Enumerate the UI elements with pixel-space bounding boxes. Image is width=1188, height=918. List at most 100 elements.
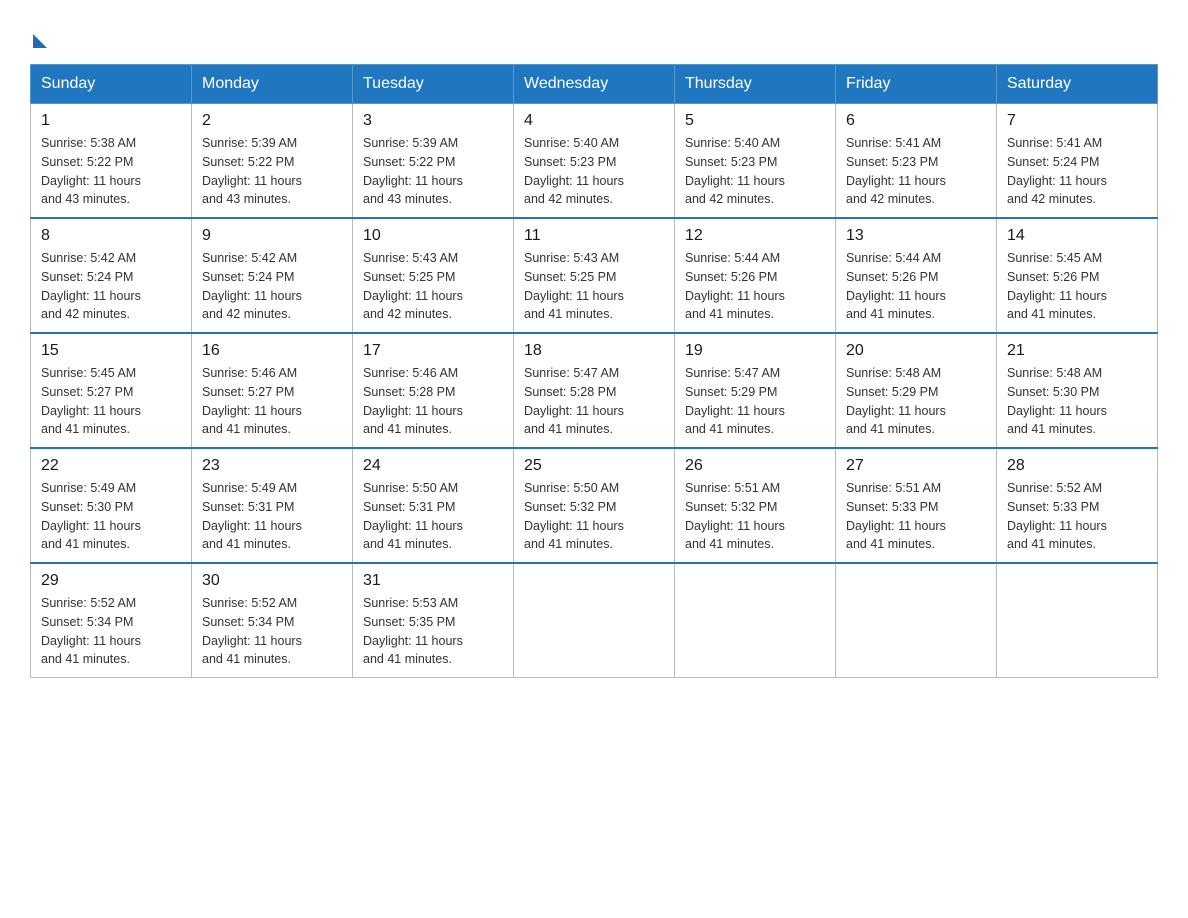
day-info: Sunrise: 5:38 AMSunset: 5:22 PMDaylight:… — [41, 136, 141, 206]
day-info: Sunrise: 5:52 AMSunset: 5:34 PMDaylight:… — [41, 596, 141, 666]
day-number: 24 — [363, 457, 503, 475]
day-info: Sunrise: 5:50 AMSunset: 5:31 PMDaylight:… — [363, 481, 463, 551]
weekday-header-thursday: Thursday — [675, 65, 836, 104]
day-number: 20 — [846, 342, 986, 360]
calendar-week-row: 8 Sunrise: 5:42 AMSunset: 5:24 PMDayligh… — [31, 218, 1158, 333]
calendar-cell — [997, 563, 1158, 678]
weekday-header-sunday: Sunday — [31, 65, 192, 104]
day-info: Sunrise: 5:49 AMSunset: 5:30 PMDaylight:… — [41, 481, 141, 551]
day-info: Sunrise: 5:39 AMSunset: 5:22 PMDaylight:… — [363, 136, 463, 206]
day-number: 27 — [846, 457, 986, 475]
calendar-cell: 7 Sunrise: 5:41 AMSunset: 5:24 PMDayligh… — [997, 104, 1158, 219]
day-info: Sunrise: 5:52 AMSunset: 5:33 PMDaylight:… — [1007, 481, 1107, 551]
calendar-cell: 4 Sunrise: 5:40 AMSunset: 5:23 PMDayligh… — [514, 104, 675, 219]
day-info: Sunrise: 5:41 AMSunset: 5:23 PMDaylight:… — [846, 136, 946, 206]
calendar-cell: 31 Sunrise: 5:53 AMSunset: 5:35 PMDaylig… — [353, 563, 514, 678]
day-info: Sunrise: 5:47 AMSunset: 5:29 PMDaylight:… — [685, 366, 785, 436]
calendar-cell: 12 Sunrise: 5:44 AMSunset: 5:26 PMDaylig… — [675, 218, 836, 333]
day-info: Sunrise: 5:51 AMSunset: 5:33 PMDaylight:… — [846, 481, 946, 551]
logo — [30, 30, 47, 44]
calendar-cell: 15 Sunrise: 5:45 AMSunset: 5:27 PMDaylig… — [31, 333, 192, 448]
calendar-cell: 6 Sunrise: 5:41 AMSunset: 5:23 PMDayligh… — [836, 104, 997, 219]
calendar-week-row: 15 Sunrise: 5:45 AMSunset: 5:27 PMDaylig… — [31, 333, 1158, 448]
day-info: Sunrise: 5:41 AMSunset: 5:24 PMDaylight:… — [1007, 136, 1107, 206]
day-info: Sunrise: 5:49 AMSunset: 5:31 PMDaylight:… — [202, 481, 302, 551]
weekday-header-friday: Friday — [836, 65, 997, 104]
day-number: 2 — [202, 112, 342, 130]
day-number: 21 — [1007, 342, 1147, 360]
calendar-cell: 25 Sunrise: 5:50 AMSunset: 5:32 PMDaylig… — [514, 448, 675, 563]
day-info: Sunrise: 5:51 AMSunset: 5:32 PMDaylight:… — [685, 481, 785, 551]
calendar-cell: 29 Sunrise: 5:52 AMSunset: 5:34 PMDaylig… — [31, 563, 192, 678]
weekday-header-row: SundayMondayTuesdayWednesdayThursdayFrid… — [31, 65, 1158, 104]
weekday-header-wednesday: Wednesday — [514, 65, 675, 104]
day-info: Sunrise: 5:48 AMSunset: 5:30 PMDaylight:… — [1007, 366, 1107, 436]
day-info: Sunrise: 5:50 AMSunset: 5:32 PMDaylight:… — [524, 481, 624, 551]
calendar-cell — [675, 563, 836, 678]
day-number: 4 — [524, 112, 664, 130]
calendar-week-row: 22 Sunrise: 5:49 AMSunset: 5:30 PMDaylig… — [31, 448, 1158, 563]
day-number: 28 — [1007, 457, 1147, 475]
calendar-cell: 2 Sunrise: 5:39 AMSunset: 5:22 PMDayligh… — [192, 104, 353, 219]
day-number: 7 — [1007, 112, 1147, 130]
day-number: 19 — [685, 342, 825, 360]
day-number: 17 — [363, 342, 503, 360]
calendar-cell — [514, 563, 675, 678]
day-number: 6 — [846, 112, 986, 130]
calendar-cell: 24 Sunrise: 5:50 AMSunset: 5:31 PMDaylig… — [353, 448, 514, 563]
calendar-cell: 13 Sunrise: 5:44 AMSunset: 5:26 PMDaylig… — [836, 218, 997, 333]
weekday-header-monday: Monday — [192, 65, 353, 104]
calendar-cell: 10 Sunrise: 5:43 AMSunset: 5:25 PMDaylig… — [353, 218, 514, 333]
day-info: Sunrise: 5:39 AMSunset: 5:22 PMDaylight:… — [202, 136, 302, 206]
calendar-cell: 3 Sunrise: 5:39 AMSunset: 5:22 PMDayligh… — [353, 104, 514, 219]
calendar-cell: 19 Sunrise: 5:47 AMSunset: 5:29 PMDaylig… — [675, 333, 836, 448]
day-number: 8 — [41, 227, 181, 245]
day-number: 26 — [685, 457, 825, 475]
calendar-cell: 5 Sunrise: 5:40 AMSunset: 5:23 PMDayligh… — [675, 104, 836, 219]
calendar-week-row: 1 Sunrise: 5:38 AMSunset: 5:22 PMDayligh… — [31, 104, 1158, 219]
calendar-cell — [836, 563, 997, 678]
calendar-cell: 28 Sunrise: 5:52 AMSunset: 5:33 PMDaylig… — [997, 448, 1158, 563]
calendar-cell: 26 Sunrise: 5:51 AMSunset: 5:32 PMDaylig… — [675, 448, 836, 563]
day-number: 13 — [846, 227, 986, 245]
day-number: 10 — [363, 227, 503, 245]
day-number: 23 — [202, 457, 342, 475]
day-number: 12 — [685, 227, 825, 245]
day-number: 3 — [363, 112, 503, 130]
day-info: Sunrise: 5:42 AMSunset: 5:24 PMDaylight:… — [202, 251, 302, 321]
day-number: 14 — [1007, 227, 1147, 245]
day-number: 25 — [524, 457, 664, 475]
page-header — [30, 30, 1158, 44]
day-number: 11 — [524, 227, 664, 245]
calendar-cell: 14 Sunrise: 5:45 AMSunset: 5:26 PMDaylig… — [997, 218, 1158, 333]
calendar-cell: 22 Sunrise: 5:49 AMSunset: 5:30 PMDaylig… — [31, 448, 192, 563]
day-number: 22 — [41, 457, 181, 475]
day-number: 29 — [41, 572, 181, 590]
day-info: Sunrise: 5:46 AMSunset: 5:27 PMDaylight:… — [202, 366, 302, 436]
day-number: 9 — [202, 227, 342, 245]
calendar-cell: 8 Sunrise: 5:42 AMSunset: 5:24 PMDayligh… — [31, 218, 192, 333]
day-info: Sunrise: 5:43 AMSunset: 5:25 PMDaylight:… — [363, 251, 463, 321]
day-info: Sunrise: 5:44 AMSunset: 5:26 PMDaylight:… — [846, 251, 946, 321]
day-info: Sunrise: 5:40 AMSunset: 5:23 PMDaylight:… — [524, 136, 624, 206]
day-info: Sunrise: 5:53 AMSunset: 5:35 PMDaylight:… — [363, 596, 463, 666]
calendar-cell: 18 Sunrise: 5:47 AMSunset: 5:28 PMDaylig… — [514, 333, 675, 448]
day-number: 30 — [202, 572, 342, 590]
day-info: Sunrise: 5:45 AMSunset: 5:26 PMDaylight:… — [1007, 251, 1107, 321]
day-info: Sunrise: 5:52 AMSunset: 5:34 PMDaylight:… — [202, 596, 302, 666]
calendar-cell: 9 Sunrise: 5:42 AMSunset: 5:24 PMDayligh… — [192, 218, 353, 333]
day-info: Sunrise: 5:40 AMSunset: 5:23 PMDaylight:… — [685, 136, 785, 206]
day-info: Sunrise: 5:42 AMSunset: 5:24 PMDaylight:… — [41, 251, 141, 321]
calendar-cell: 23 Sunrise: 5:49 AMSunset: 5:31 PMDaylig… — [192, 448, 353, 563]
logo-triangle-icon — [33, 34, 47, 48]
calendar-cell: 17 Sunrise: 5:46 AMSunset: 5:28 PMDaylig… — [353, 333, 514, 448]
calendar-cell: 11 Sunrise: 5:43 AMSunset: 5:25 PMDaylig… — [514, 218, 675, 333]
day-number: 1 — [41, 112, 181, 130]
calendar-week-row: 29 Sunrise: 5:52 AMSunset: 5:34 PMDaylig… — [31, 563, 1158, 678]
day-number: 15 — [41, 342, 181, 360]
weekday-header-tuesday: Tuesday — [353, 65, 514, 104]
calendar-cell: 27 Sunrise: 5:51 AMSunset: 5:33 PMDaylig… — [836, 448, 997, 563]
day-number: 18 — [524, 342, 664, 360]
day-number: 5 — [685, 112, 825, 130]
day-info: Sunrise: 5:47 AMSunset: 5:28 PMDaylight:… — [524, 366, 624, 436]
